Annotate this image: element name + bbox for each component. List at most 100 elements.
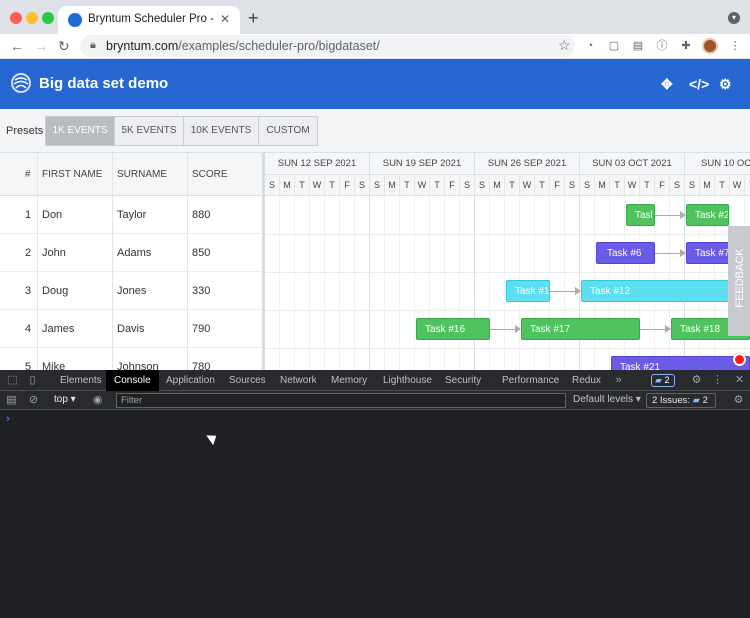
task-bar[interactable]: Task #21 xyxy=(611,356,750,370)
task-bar[interactable]: Task #17 xyxy=(521,318,640,340)
feedback-button[interactable]: FEEDBACK xyxy=(728,226,750,336)
week-header: SUN 12 SEP 2021 xyxy=(265,153,370,175)
scheduler-timeline[interactable]: SUN 12 SEP 2021 SUN 19 SEP 2021 SUN 26 S… xyxy=(265,153,750,370)
extension-icon[interactable]: ▢ xyxy=(607,39,621,53)
score-cell: 790 xyxy=(192,323,211,335)
day-header: W xyxy=(730,175,745,196)
table-row[interactable]: 2 John Adams 850 xyxy=(0,234,262,272)
preset-10k-button[interactable]: 10K EVENTS xyxy=(183,116,259,146)
minimize-window-button[interactable] xyxy=(26,12,38,24)
score-cell: 330 xyxy=(192,285,211,297)
tab-application[interactable]: Application xyxy=(166,370,215,391)
day-gridline xyxy=(309,196,310,370)
issues-button[interactable]: 2 Issues: ▰ 2 xyxy=(646,393,716,408)
reload-icon[interactable]: ↻ xyxy=(58,38,70,55)
table-row[interactable]: 1 Don Taylor 880 xyxy=(0,196,262,234)
day-header: S xyxy=(475,175,490,196)
close-icon[interactable]: ✕ xyxy=(733,374,746,387)
task-bar[interactable]: Task #1 xyxy=(506,280,550,302)
puzzle-icon[interactable]: ✚ xyxy=(679,39,693,53)
day-gridline xyxy=(489,196,490,370)
device-toolbar-icon[interactable]: ▯ xyxy=(26,374,39,387)
tab-network[interactable]: Network xyxy=(280,370,317,391)
more-tabs-icon[interactable]: » xyxy=(612,374,625,387)
context-selector[interactable]: top ▾ xyxy=(54,394,76,405)
task-bar[interactable]: Tasl xyxy=(626,204,655,226)
day-header: T xyxy=(745,175,750,196)
day-header: M xyxy=(700,175,715,196)
console-output[interactable]: › xyxy=(0,410,750,618)
column-header-surname[interactable]: SURNAME xyxy=(117,169,167,180)
new-tab-button[interactable]: + xyxy=(248,8,259,29)
log-levels-dropdown[interactable]: Default levels ▾ xyxy=(573,394,641,405)
task-bar[interactable]: Task #16 xyxy=(416,318,490,340)
browser-tab[interactable]: Bryntum Scheduler Pro - Big d ✕ xyxy=(58,6,240,34)
column-header-first-name[interactable]: FIRST NAME xyxy=(42,169,102,180)
browser-tab-strip: Bryntum Scheduler Pro - Big d ✕ + ▾ xyxy=(0,0,750,34)
info-icon[interactable]: ⓘ xyxy=(655,39,669,53)
column-header-score[interactable]: SCORE xyxy=(192,169,228,180)
tab-performance[interactable]: Performance xyxy=(502,370,559,391)
sidebar-toggle-icon[interactable]: ▤ xyxy=(5,394,18,407)
tab-console[interactable]: Console xyxy=(106,370,159,391)
forward-arrow-icon[interactable]: → xyxy=(34,38,48,54)
gear-icon[interactable]: ⚙ xyxy=(719,76,732,93)
day-header: S xyxy=(670,175,685,196)
preset-5k-button[interactable]: 5K EVENTS xyxy=(114,116,184,146)
tab-search-icon[interactable]: ▾ xyxy=(728,12,740,24)
bryntum-logo-icon xyxy=(11,73,31,93)
week-header: SUN 03 OCT 2021 xyxy=(580,153,685,175)
task-bar[interactable]: Task #6 xyxy=(596,242,655,264)
task-bar[interactable]: Task #2 xyxy=(686,204,729,226)
fullscreen-icon[interactable]: ✥ xyxy=(661,76,673,93)
week-header: SUN 10 OCT xyxy=(685,153,750,175)
filter-input[interactable]: Filter xyxy=(116,393,566,408)
close-icon[interactable]: ✕ xyxy=(220,12,230,26)
day-gridline xyxy=(444,196,445,370)
code-icon[interactable]: </> xyxy=(689,76,709,92)
day-gridline xyxy=(384,196,385,370)
column-header-number[interactable]: # xyxy=(25,169,31,180)
day-header: M xyxy=(595,175,610,196)
day-header: T xyxy=(505,175,520,196)
table-row[interactable]: 4 James Davis 790 xyxy=(0,310,262,348)
tab-redux[interactable]: Redux xyxy=(572,370,601,391)
tab-elements[interactable]: Elements xyxy=(60,370,102,391)
mouse-cursor-icon xyxy=(206,430,220,446)
day-header: S xyxy=(355,175,370,196)
address-bar[interactable]: 🔒︎ bryntum.com/examples/scheduler-pro/bi… xyxy=(80,35,575,57)
table-row[interactable]: 3 Doug Jones 330 xyxy=(0,272,262,310)
inspect-element-icon[interactable]: ⬚ xyxy=(6,374,19,387)
eye-icon[interactable]: ◉ xyxy=(91,394,104,407)
day-header: M xyxy=(280,175,295,196)
gear-icon[interactable]: ⚙ xyxy=(690,374,703,387)
day-gridline xyxy=(354,196,355,370)
task-bar[interactable]: Task #12 xyxy=(581,280,750,302)
more-menu-icon[interactable]: ⋮ xyxy=(711,374,724,387)
back-arrow-icon[interactable]: ← xyxy=(10,38,24,54)
row-number: 2 xyxy=(25,247,32,259)
more-menu-icon[interactable]: ⋮ xyxy=(728,39,742,53)
day-header: W xyxy=(520,175,535,196)
close-window-button[interactable] xyxy=(10,12,22,24)
surname-cell: Johnson xyxy=(117,361,159,370)
bryntum-favicon-icon xyxy=(68,13,82,27)
clear-console-icon[interactable]: ⊘ xyxy=(27,394,40,407)
tab-memory[interactable]: Memory xyxy=(331,370,367,391)
preset-custom-button[interactable]: CUSTOM xyxy=(258,116,318,146)
tab-sources[interactable]: Sources xyxy=(229,370,266,391)
maximize-window-button[interactable] xyxy=(42,12,54,24)
day-header: S xyxy=(265,175,280,196)
extension-icon[interactable]: ▤ xyxy=(631,39,645,53)
gear-icon[interactable]: ⚙ xyxy=(732,394,745,407)
bookmark-star-icon[interactable]: ☆ xyxy=(558,37,571,54)
avatar[interactable] xyxy=(702,38,718,54)
day-header: S xyxy=(580,175,595,196)
preset-1k-button[interactable]: 1K EVENTS xyxy=(45,116,115,146)
tab-security[interactable]: Security xyxy=(445,370,481,391)
messages-badge[interactable]: ▰ 2 xyxy=(651,374,675,387)
tab-lighthouse[interactable]: Lighthouse xyxy=(383,370,432,391)
row-divider xyxy=(265,348,750,349)
extension-icon[interactable]: ◔ xyxy=(583,39,597,53)
table-row[interactable]: 5 Mike Johnson 780 xyxy=(0,348,262,370)
